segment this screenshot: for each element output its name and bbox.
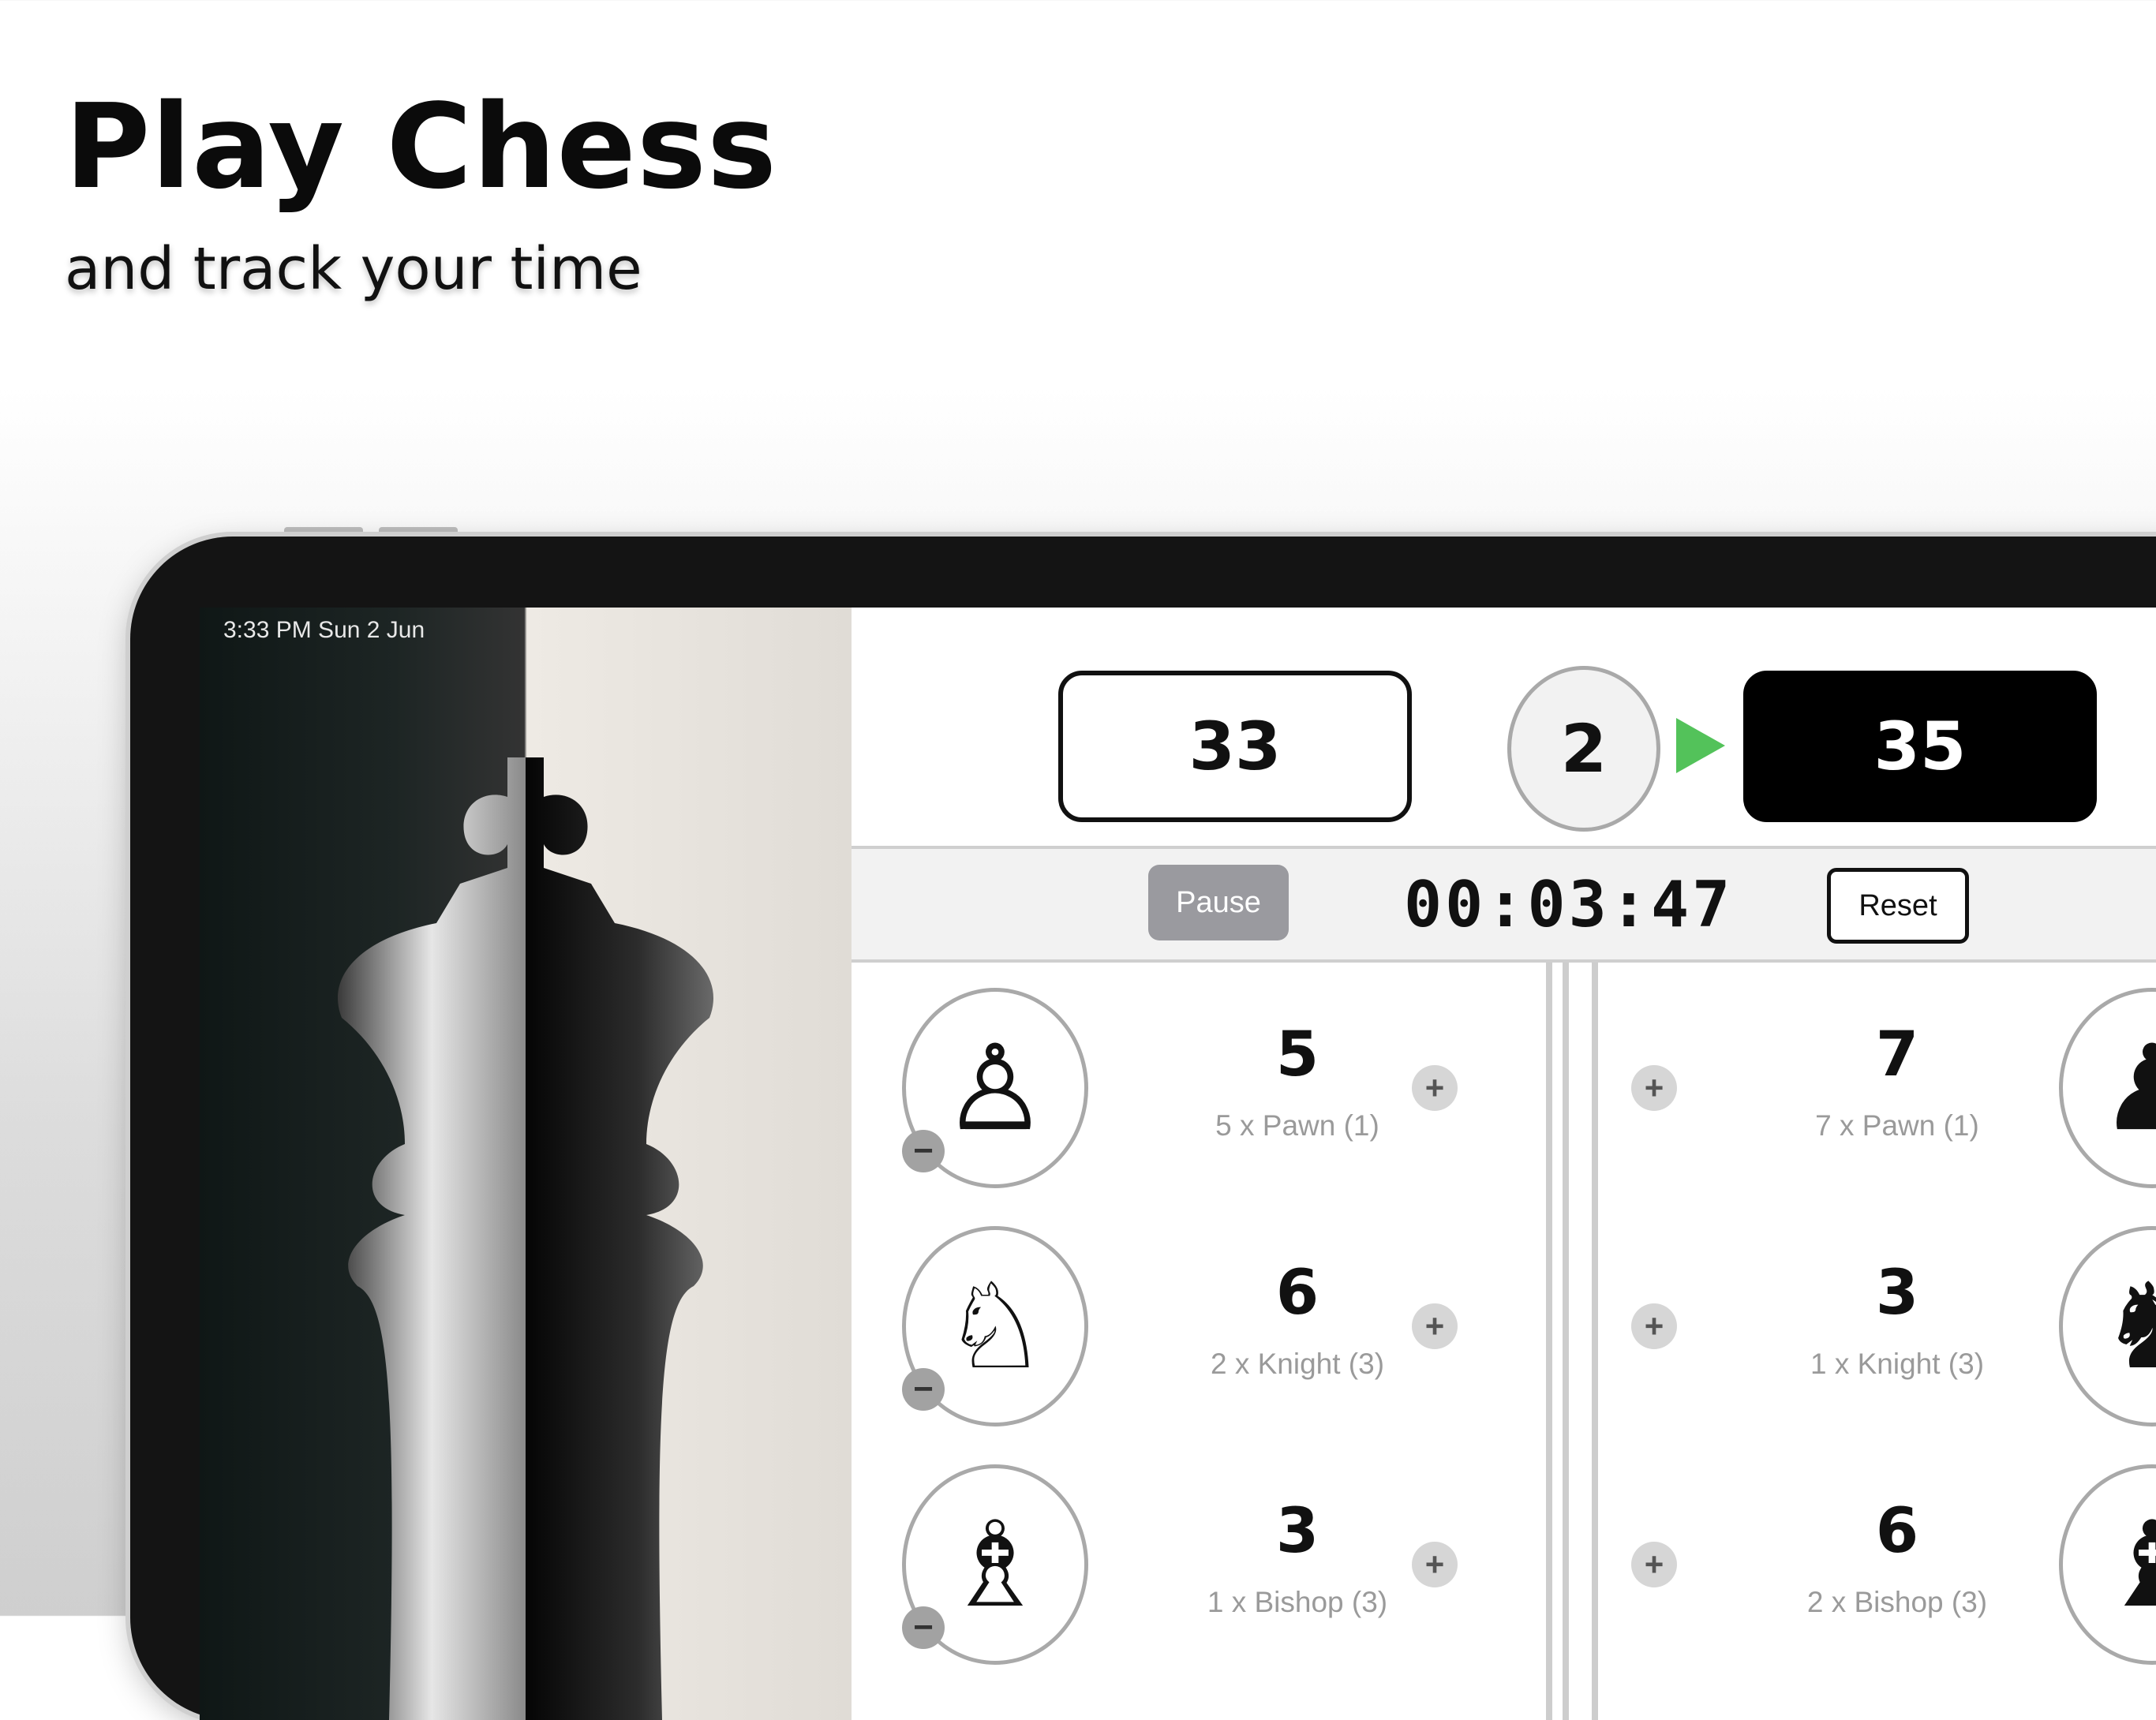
piece-row-bishop: ♗ − 3 1 x Bishop (3) + + 6 2 x Bishop (3… [852,1455,2156,1692]
white-bishop-points: 3 [1275,1496,1319,1567]
white-score: 33 [1058,671,1412,822]
headline: Play Chess [65,79,778,215]
timer-controls: Pause 00:03:47 Reset [852,849,2156,963]
black-knight-icon[interactable]: ♞ [2059,1226,2156,1426]
black-pawn-detail: 7 x Pawn (1) [1815,1109,1979,1142]
add-black-bishop-button[interactable]: + [1631,1542,1677,1587]
piece-row-knight: ♘ − 6 2 x Knight (3) + + 3 1 x Knight (3… [852,1217,2156,1453]
tablet-screen: 3:33 PM Sun 2 Jun 33 2 35 Pause 00:03:47… [200,608,2156,1720]
chess-clock-panel: 33 2 35 Pause 00:03:47 Reset ♙ − 5 5 x P… [852,608,2156,1720]
black-bishop-points: 6 [1875,1496,1919,1567]
black-knight-detail: 1 x Knight (3) [1810,1348,1985,1380]
add-black-knight-button[interactable]: + [1631,1303,1677,1349]
pause-button[interactable]: Pause [1148,865,1289,940]
add-white-bishop-button[interactable]: + [1412,1542,1458,1587]
black-bishop-icon[interactable]: ♝ [2059,1464,2156,1665]
white-knight-detail: 2 x Knight (3) [1210,1348,1385,1380]
tablet-device: 3:33 PM Sun 2 Jun 33 2 35 Pause 00:03:47… [130,537,2156,1720]
white-bishop-detail: 1 x Bishop (3) [1207,1586,1388,1618]
black-bishop-detail: 2 x Bishop (3) [1806,1586,1988,1618]
device-volume-button [284,527,363,535]
black-knight-points: 3 [1875,1258,1919,1329]
game-timer: 00:03:47 [1404,868,1734,941]
add-white-pawn-button[interactable]: + [1412,1065,1458,1111]
piece-row-pawn: ♙ − 5 5 x Pawn (1) + + 7 7 x Pawn (1) ♟ [852,978,2156,1215]
subline: and track your time [65,235,642,303]
black-pawn-icon[interactable]: ♟ [2059,988,2156,1188]
white-knight-points: 6 [1275,1258,1319,1329]
remove-white-pawn-button[interactable]: − [902,1130,945,1172]
remove-white-knight-button[interactable]: − [902,1368,945,1411]
scoreboard: 33 2 35 [852,608,2156,849]
status-time-date: 3:33 PM Sun 2 Jun [223,617,425,643]
king-piece-illustration [338,757,713,1720]
round-counter: 2 [1507,666,1660,832]
reset-button[interactable]: Reset [1827,868,1969,944]
white-pawn-detail: 5 x Pawn (1) [1215,1109,1379,1142]
add-black-pawn-button[interactable]: + [1631,1065,1677,1111]
add-white-knight-button[interactable]: + [1412,1303,1458,1349]
white-pawn-points: 5 [1275,1019,1319,1090]
remove-white-bishop-button[interactable]: − [902,1606,945,1649]
device-volume-button [379,527,458,535]
black-score: 35 [1743,671,2097,822]
black-pawn-points: 7 [1875,1019,1919,1090]
king-photo: 3:33 PM Sun 2 Jun [200,608,852,1720]
turn-indicator-icon [1676,718,1725,773]
